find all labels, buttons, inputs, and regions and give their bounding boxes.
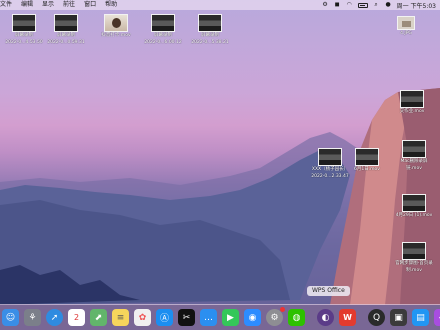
file-name-line2: 制.mov [406, 267, 422, 273]
file-name-line2: 4.JPG [400, 31, 412, 36]
desktop-file[interactable]: 屏幕录制 2022-0...4.53.50 [2, 14, 46, 45]
desktop-file[interactable]: 屏幕录制 2022-0...6.00.12 [141, 14, 185, 45]
wps-office-icon[interactable]: W [339, 309, 356, 326]
app-store-icon[interactable]: Ⓐ [156, 309, 173, 326]
video-thumbnail [355, 148, 379, 166]
notes-icon[interactable]: ≡ [112, 309, 129, 326]
wifi-icon[interactable]: ◠ [346, 2, 353, 8]
dock-tooltip: WPS Office [307, 286, 350, 296]
file-name-line2: 抖音打卡.mov [101, 33, 131, 38]
menu-help[interactable]: 帮助 [105, 0, 117, 10]
desktop-file[interactable]: 交作业.mov [390, 90, 434, 115]
facetime-icon[interactable]: ▶ [222, 309, 239, 326]
file-name-line2: 2022-0...6.00.12 [144, 39, 182, 45]
file-name-line2: 2022-0...2.33.47 [311, 173, 349, 179]
finder-icon[interactable]: ☺ [2, 309, 19, 326]
file-name: Mac删除录屏 [400, 159, 428, 164]
desktop-file[interactable]: 6月1日.mov [345, 148, 389, 174]
video-thumbnail [402, 140, 426, 158]
menu-go[interactable]: 前往 [63, 0, 75, 10]
menu-file[interactable]: 文件 [0, 0, 12, 10]
notification-badge [280, 307, 285, 312]
menu-edit[interactable]: 编辑 [21, 0, 33, 10]
video-thumbnail [402, 194, 426, 212]
desktop-file[interactable]: 官网步骤图-首页录 制.mov [392, 242, 436, 273]
file-name: 屏幕录制 [15, 33, 33, 38]
file-name: 屏幕录制 [201, 33, 219, 38]
video-thumbnail [400, 90, 424, 108]
control-center-icon[interactable]: ⚙ [322, 2, 329, 8]
system-preferences-icon[interactable]: ⚙ [266, 307, 285, 326]
desktop-file[interactable]: 屏幕录制 2022-0...0.59.31 [44, 14, 88, 45]
video-thumbnail [12, 14, 36, 32]
calendar-icon[interactable]: 2 [68, 309, 85, 326]
video-thumbnail [318, 148, 342, 166]
video-thumbnail [151, 14, 175, 32]
siri-icon[interactable]: ● [385, 2, 392, 8]
video-thumbnail [402, 242, 426, 260]
menubar-clock[interactable]: 周一 下午5:03 [397, 1, 436, 10]
desktop-file[interactable]: Mac删除录屏 链.mov [392, 140, 436, 171]
calendar-day: 2 [73, 313, 80, 322]
dock: ☺ ⚘ ➚ 2 ⬈ ≡ ✿ Ⓐ ✂ … ▶ ◉ ⚙ ◍ ◐ W Q ▣ ▤ ◆ … [0, 304, 440, 330]
quicktime-icon[interactable]: Q [368, 309, 385, 326]
file-name-line2: 2022-0...0.59.31 [47, 39, 85, 45]
capcut-icon[interactable]: ✂ [178, 309, 195, 326]
wechat-icon[interactable]: ◍ [288, 309, 305, 326]
file-name-line2: 2022-0...5.38.21 [191, 39, 229, 45]
file-name: 屏幕录制 [57, 33, 75, 38]
video-thumbnail [54, 14, 78, 32]
siri-app-icon[interactable]: ◐ [317, 309, 334, 326]
shortcuts-icon[interactable]: ◆ [434, 309, 440, 326]
desktop-wallpaper: 文件 编辑 显示 前往 窗口 帮助 ⚙ ◼ ◠ ⌕ ● 周一 下午5:03 屏幕… [0, 0, 440, 330]
file-name: 官网步骤图-首页录 [395, 261, 433, 266]
file-name: 屏幕录制 [154, 33, 172, 38]
launchpad-icon[interactable]: ⚘ [24, 309, 41, 326]
video-thumbnail [198, 14, 222, 32]
messages-icon[interactable]: … [200, 309, 217, 326]
file-name-line2: 2022-0...4.53.50 [5, 39, 43, 45]
menu-view[interactable]: 显示 [42, 0, 54, 10]
search-icon[interactable]: ⌕ [373, 2, 380, 8]
menu-window[interactable]: 窗口 [84, 0, 96, 10]
photos-icon[interactable]: ✿ [134, 309, 151, 326]
zoom-icon[interactable]: ◉ [244, 309, 261, 326]
desktop-file[interactable]: 屏幕录制 2022-0...5.38.21 [188, 14, 232, 45]
screen-record-icon[interactable]: ◼ [334, 2, 341, 8]
image-thumbnail [397, 16, 415, 30]
desktop-file[interactable]: 4月29日 (1).mov [392, 194, 436, 219]
screenshot-icon[interactable]: ▣ [390, 309, 407, 326]
video-thumbnail [104, 14, 128, 32]
document-icon[interactable]: ▤ [412, 309, 429, 326]
desktop-file[interactable]: 抖音打卡.mov [94, 14, 138, 39]
safari-icon[interactable]: ➚ [46, 309, 63, 326]
maps-icon[interactable]: ⬈ [90, 309, 107, 326]
file-name-line2: 4月29日 (1).mov [395, 213, 433, 218]
file-name-line2: 链.mov [406, 165, 422, 171]
menu-bar: 文件 编辑 显示 前往 窗口 帮助 ⚙ ◼ ◠ ⌕ ● 周一 下午5:03 [0, 0, 440, 10]
file-name-line2: 交作业.mov [399, 109, 425, 114]
battery-icon[interactable] [357, 2, 368, 8]
desktop-file[interactable]: 4.JPG [384, 16, 428, 37]
file-name: 6月1日.mov [354, 167, 380, 172]
